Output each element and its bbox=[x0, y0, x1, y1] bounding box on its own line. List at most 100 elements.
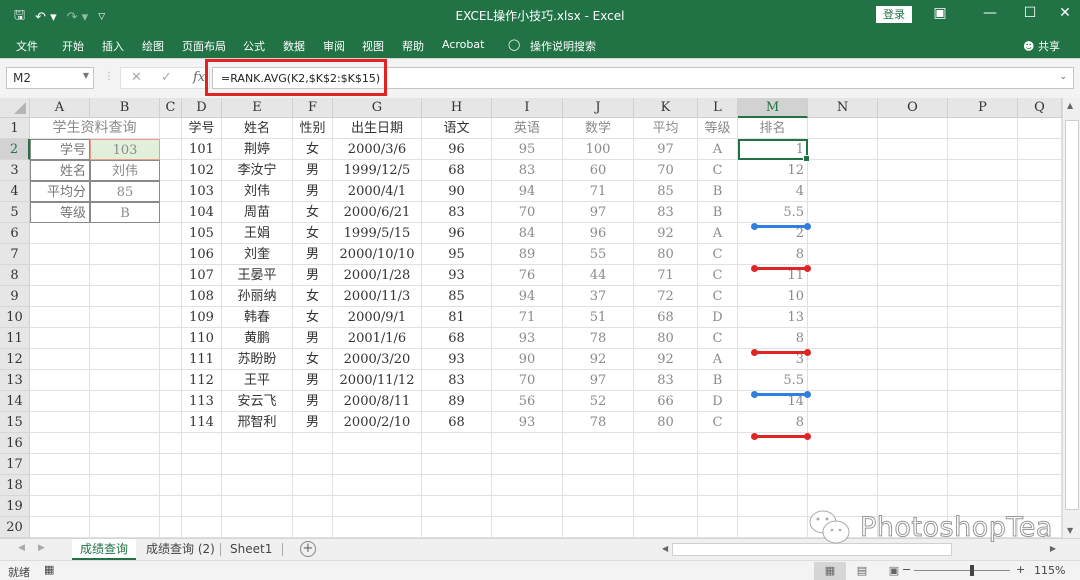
table-cell[interactable]: 2000/6/21 bbox=[333, 202, 422, 223]
table-cell[interactable]: 70 bbox=[492, 370, 563, 391]
cell[interactable] bbox=[563, 475, 634, 496]
cell[interactable] bbox=[1018, 370, 1062, 391]
cell[interactable] bbox=[808, 181, 878, 202]
cell[interactable] bbox=[878, 265, 948, 286]
table-cell[interactable]: 刘伟 bbox=[222, 181, 293, 202]
cell[interactable] bbox=[182, 496, 222, 517]
cell[interactable] bbox=[160, 307, 182, 328]
table-cell[interactable]: 81 bbox=[422, 307, 492, 328]
zoom-slider[interactable] bbox=[914, 565, 1010, 576]
cell[interactable] bbox=[492, 475, 563, 496]
cell[interactable] bbox=[878, 328, 948, 349]
table-cell[interactable]: 85 bbox=[634, 181, 698, 202]
table-cell[interactable]: 76 bbox=[492, 265, 563, 286]
column-header-h[interactable]: H bbox=[422, 98, 492, 118]
cell[interactable] bbox=[222, 433, 293, 454]
table-cell[interactable]: 111 bbox=[182, 349, 222, 370]
cell[interactable] bbox=[1018, 139, 1062, 160]
table-cell[interactable]: 102 bbox=[182, 160, 222, 181]
table-cell[interactable]: C bbox=[698, 160, 738, 181]
cell[interactable] bbox=[808, 370, 878, 391]
table-cell[interactable]: 95 bbox=[492, 139, 563, 160]
table-cell[interactable]: 52 bbox=[563, 391, 634, 412]
table-cell[interactable]: D bbox=[698, 307, 738, 328]
tab-view[interactable]: 视图 bbox=[362, 38, 384, 54]
tab-page-layout[interactable]: 页面布局 bbox=[182, 38, 226, 54]
cell[interactable] bbox=[738, 475, 808, 496]
table-cell[interactable]: 邢智利 bbox=[222, 412, 293, 433]
column-header-p[interactable]: P bbox=[948, 98, 1018, 118]
column-header-a[interactable]: A bbox=[30, 98, 90, 118]
row-header-15[interactable]: 15 bbox=[0, 412, 30, 433]
cell[interactable] bbox=[808, 286, 878, 307]
row-header-16[interactable]: 16 bbox=[0, 433, 30, 454]
cell[interactable] bbox=[160, 475, 182, 496]
row-header-3[interactable]: 3 bbox=[0, 160, 30, 181]
cell[interactable] bbox=[30, 328, 90, 349]
cell[interactable] bbox=[422, 433, 492, 454]
cell[interactable] bbox=[90, 244, 160, 265]
table-cell[interactable]: 97 bbox=[563, 370, 634, 391]
row-header-9[interactable]: 9 bbox=[0, 286, 30, 307]
cell[interactable] bbox=[222, 517, 293, 538]
zoom-in-icon[interactable]: + bbox=[1016, 563, 1025, 576]
zoom-slider-knob[interactable] bbox=[970, 565, 974, 576]
cell[interactable] bbox=[422, 496, 492, 517]
column-header-q[interactable]: Q bbox=[1018, 98, 1062, 118]
table-cell[interactable]: 韩春 bbox=[222, 307, 293, 328]
cell[interactable] bbox=[90, 391, 160, 412]
column-header-i[interactable]: I bbox=[492, 98, 563, 118]
table-cell[interactable]: 男 bbox=[293, 328, 333, 349]
row-header-2[interactable]: 2 bbox=[0, 139, 30, 160]
row-header-5[interactable]: 5 bbox=[0, 202, 30, 223]
row-header-12[interactable]: 12 bbox=[0, 349, 30, 370]
column-header-m[interactable]: M bbox=[738, 98, 808, 118]
table-cell[interactable]: A bbox=[698, 139, 738, 160]
cell[interactable] bbox=[160, 328, 182, 349]
lookup-id-input[interactable]: 103 bbox=[90, 139, 160, 160]
column-header-f[interactable]: F bbox=[293, 98, 333, 118]
cell[interactable] bbox=[948, 286, 1018, 307]
cell[interactable] bbox=[293, 496, 333, 517]
table-cell[interactable]: 83 bbox=[422, 370, 492, 391]
cell[interactable] bbox=[1018, 307, 1062, 328]
table-cell[interactable]: 安云飞 bbox=[222, 391, 293, 412]
cell[interactable] bbox=[30, 349, 90, 370]
table-cell[interactable]: 80 bbox=[634, 412, 698, 433]
select-all-button[interactable] bbox=[0, 98, 30, 118]
cell[interactable] bbox=[333, 496, 422, 517]
cell[interactable] bbox=[878, 307, 948, 328]
cell[interactable] bbox=[1018, 475, 1062, 496]
tab-review[interactable]: 审阅 bbox=[323, 38, 345, 54]
table-cell[interactable]: 女 bbox=[293, 223, 333, 244]
table-cell[interactable]: 男 bbox=[293, 370, 333, 391]
rank-cell[interactable]: 12 bbox=[738, 160, 808, 181]
cell[interactable] bbox=[30, 286, 90, 307]
cell[interactable] bbox=[90, 433, 160, 454]
cell[interactable] bbox=[808, 160, 878, 181]
cell[interactable] bbox=[160, 391, 182, 412]
cell[interactable] bbox=[878, 160, 948, 181]
table-cell[interactable]: 2000/3/20 bbox=[333, 349, 422, 370]
share-button[interactable]: ☻ 共享 bbox=[1023, 38, 1060, 54]
accessibility-icon[interactable]: ▦ bbox=[44, 563, 54, 576]
cell[interactable] bbox=[422, 454, 492, 475]
vertical-scroll-thumb[interactable] bbox=[1065, 120, 1079, 510]
table-cell[interactable]: 84 bbox=[492, 223, 563, 244]
table-cell[interactable]: 93 bbox=[492, 412, 563, 433]
rank-cell[interactable]: 10 bbox=[738, 286, 808, 307]
enter-icon[interactable]: ✓ bbox=[161, 70, 172, 85]
cell[interactable] bbox=[30, 517, 90, 538]
table-cell[interactable]: 103 bbox=[182, 181, 222, 202]
cell[interactable] bbox=[1018, 223, 1062, 244]
table-cell[interactable]: 97 bbox=[634, 139, 698, 160]
cell[interactable] bbox=[808, 391, 878, 412]
zoom-out-icon[interactable]: − bbox=[902, 563, 911, 576]
cell[interactable] bbox=[30, 433, 90, 454]
cell[interactable] bbox=[182, 517, 222, 538]
lookup-value[interactable]: B bbox=[90, 202, 160, 223]
cell[interactable] bbox=[1018, 118, 1062, 139]
cell[interactable] bbox=[160, 139, 182, 160]
table-cell[interactable]: 55 bbox=[563, 244, 634, 265]
rank-cell[interactable]: 5.5 bbox=[738, 370, 808, 391]
